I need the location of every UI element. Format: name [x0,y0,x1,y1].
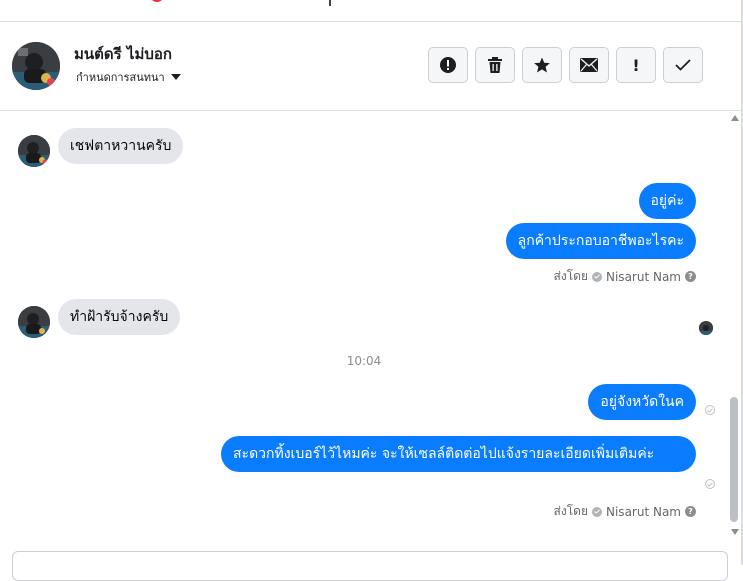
envelope-icon [580,58,598,72]
sender-name[interactable]: Nisarut Nam [606,505,681,519]
conversation-toolbar: ! [428,47,703,83]
conversation-header: มนต์ดรี ไม่บอก กำหนดการสนทนา ! [0,22,741,111]
avatar-image [699,322,713,335]
alert-circle-icon [440,57,456,73]
delivered-icon [705,479,715,489]
contact-name[interactable]: มนต์ดรี ไม่บอก [74,42,172,66]
sender-name[interactable]: Nisarut Nam [606,270,681,284]
check-icon [675,59,691,71]
message-bubble-outgoing[interactable]: ลูกค้าประกอบอาชีพอะไรคะ [505,223,696,259]
important-button[interactable]: ! [616,47,656,83]
message-thread: เชฟตาหวานครับ อยู่ค่ะ ลูกค้าประกอบอาชีพอ… [0,111,728,551]
message-bubble-incoming[interactable]: ทำฝ้ารับจ้างครับ [58,299,181,335]
caret-down-icon [170,74,181,80]
message-bubble-outgoing[interactable]: อยู่ค่ะ [638,183,696,219]
trash-icon [488,57,502,73]
avatar-image [18,135,50,167]
top-strip [0,0,743,22]
message-bubble-outgoing[interactable]: อยู่จังหวัดในค [588,384,696,420]
check-circle-icon [592,506,602,517]
scrollbar[interactable] [728,111,741,541]
top-divider-tick [329,0,331,6]
star-button[interactable] [522,47,562,83]
message-bubble-incoming[interactable]: เชฟตาหวานครับ [58,128,184,164]
star-icon [534,57,550,73]
check-circle-icon [592,271,602,282]
avatar-image [12,42,60,90]
report-button[interactable] [428,47,468,83]
contact-avatar[interactable] [12,42,60,90]
time-separator: 10:04 [346,354,382,368]
message-bubble-outgoing[interactable]: สะดวกทิ้งเบอร์ไว้ไหมค่ะ จะให้เซลล์ติดต่อ… [221,436,696,472]
scroll-down-arrow-icon[interactable] [731,529,739,535]
mark-unread-button[interactable] [569,47,609,83]
sent-by-prefix: ส่งโดย [553,504,588,518]
help-icon[interactable]: ? [685,506,696,517]
help-icon[interactable]: ? [685,271,696,282]
conversation-label: กำหนดการสนทนา [76,71,165,84]
message-composer[interactable] [12,551,728,581]
seen-avatar [699,321,713,335]
scroll-up-arrow-icon[interactable] [731,115,739,121]
exclamation-icon: ! [632,55,640,75]
sent-by-label: ส่งโดย Nisarut Nam ? [554,267,696,286]
sent-by-label: ส่งโดย Nisarut Nam ? [554,502,696,521]
sent-by-prefix: ส่งโดย [553,269,588,283]
scrollbar-thumb[interactable] [730,397,738,522]
notification-dot [150,0,164,2]
delivered-icon [705,405,715,415]
conversation-settings-dropdown[interactable]: กำหนดการสนทนา [76,68,181,86]
sender-avatar[interactable] [18,135,50,167]
sender-avatar[interactable] [18,306,50,338]
avatar-image [18,306,50,338]
done-button[interactable] [663,47,703,83]
delete-button[interactable] [475,47,515,83]
